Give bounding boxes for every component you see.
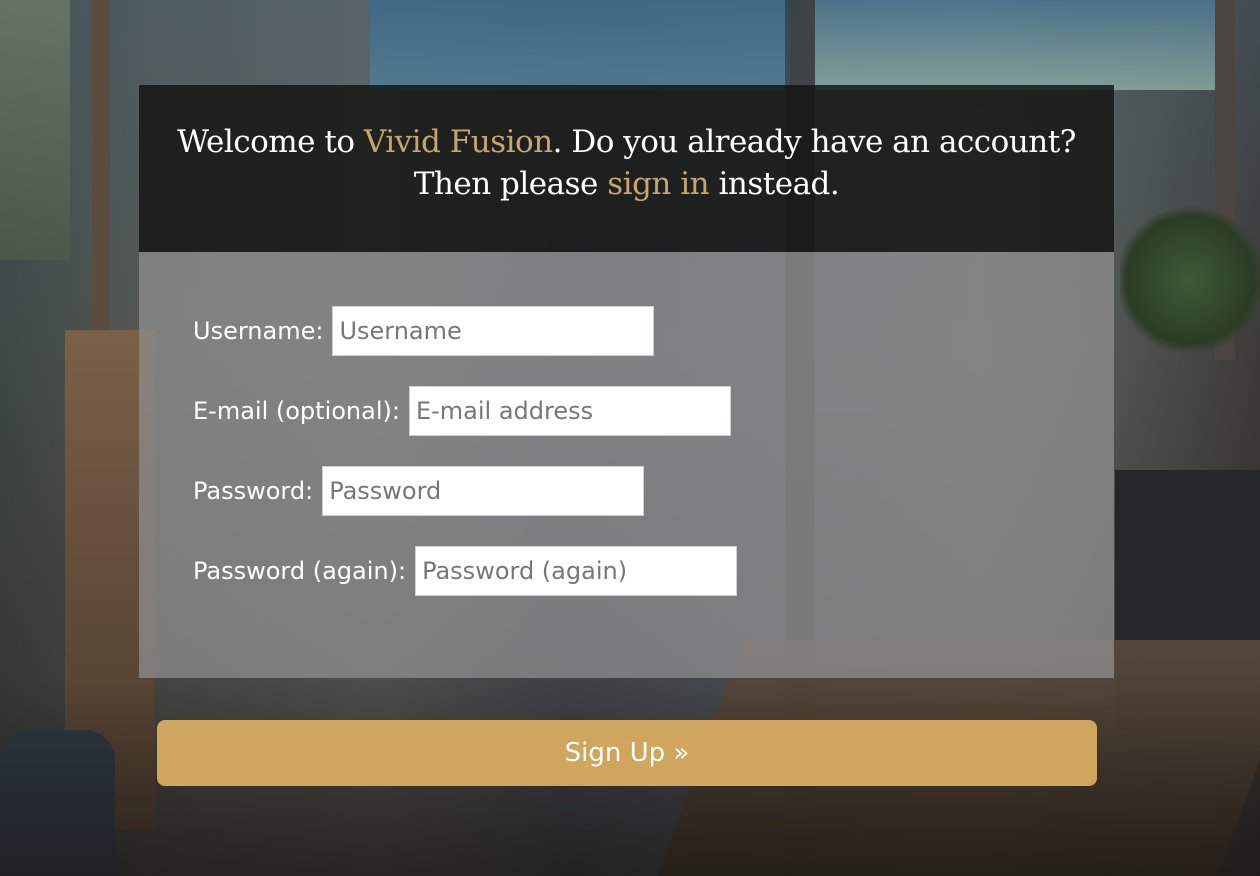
welcome-suffix: instead. [709, 166, 840, 202]
password-again-input[interactable] [415, 546, 738, 596]
email-row: E-mail (optional): [193, 386, 731, 436]
welcome-header: Welcome to Vivid Fusion. Do you already … [139, 85, 1114, 252]
password-again-row: Password (again): [193, 546, 738, 596]
password-input[interactable] [322, 466, 645, 516]
welcome-prefix: Welcome to [177, 124, 364, 160]
email-input[interactable] [408, 386, 731, 436]
email-label: E-mail (optional): [193, 397, 400, 425]
username-input[interactable] [332, 306, 655, 356]
brand-name: Vivid Fusion [363, 124, 553, 160]
password-again-label: Password (again): [193, 557, 407, 585]
welcome-message: Welcome to Vivid Fusion. Do you already … [139, 121, 1114, 205]
username-label: Username: [193, 317, 324, 345]
username-row: Username: [193, 306, 655, 356]
signup-form: Username: E-mail (optional): Password: P… [139, 252, 1114, 678]
sign-in-link[interactable]: sign in [607, 166, 709, 202]
password-row: Password: [193, 466, 645, 516]
password-label: Password: [193, 477, 314, 505]
sign-up-button[interactable]: Sign Up » [157, 720, 1097, 786]
